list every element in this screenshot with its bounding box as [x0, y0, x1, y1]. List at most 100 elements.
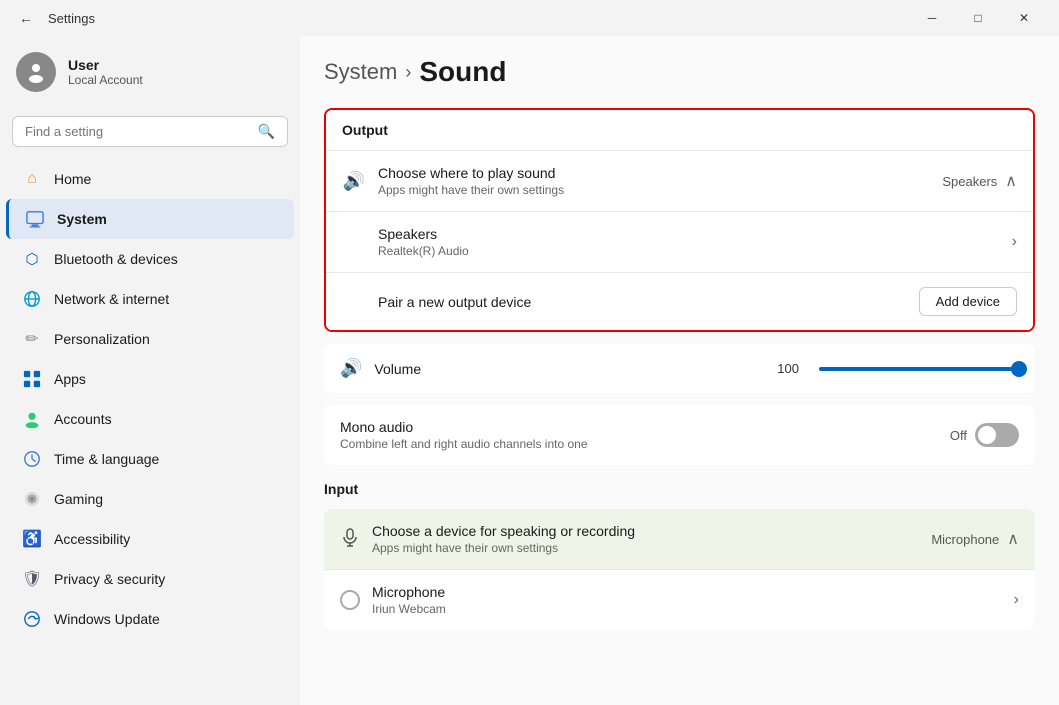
- mono-toggle-knob: [978, 426, 996, 444]
- accessibility-icon: ♿: [22, 529, 42, 549]
- breadcrumb-current: Sound: [419, 56, 506, 88]
- pair-output-text: Pair a new output device: [378, 294, 907, 310]
- choose-input-subtitle: Apps might have their own settings: [372, 541, 919, 555]
- titlebar-controls: ─ □ ✕: [909, 2, 1047, 34]
- sidebar-label-accounts: Accounts: [54, 411, 112, 427]
- chevron-up-input-icon: ∧: [1007, 529, 1019, 549]
- chevron-right-icon: ›: [1012, 233, 1017, 251]
- mono-text: Mono audio Combine left and right audio …: [340, 419, 938, 451]
- sidebar-item-home[interactable]: ⌂ Home: [6, 159, 294, 199]
- chevron-up-icon: ∧: [1005, 171, 1017, 191]
- sidebar-item-bluetooth[interactable]: ⬡ Bluetooth & devices: [6, 239, 294, 279]
- sidebar-item-privacy[interactable]: 🛡 Privacy & security: [6, 559, 294, 599]
- mono-title: Mono audio: [340, 419, 938, 435]
- titlebar-title: Settings: [48, 11, 95, 26]
- choose-output-right: Speakers ∧: [942, 171, 1017, 191]
- time-icon: [22, 449, 42, 469]
- breadcrumb-system: System: [324, 59, 397, 85]
- personalization-icon: ✏: [22, 329, 42, 349]
- sidebar-item-update[interactable]: Windows Update: [6, 599, 294, 639]
- sidebar-label-accessibility: Accessibility: [54, 531, 130, 547]
- sidebar-label-home: Home: [54, 171, 91, 187]
- microphone-text: Microphone Iriun Webcam: [372, 584, 1002, 616]
- search-input[interactable]: [25, 124, 250, 139]
- titlebar-left: ← Settings: [12, 4, 95, 32]
- sidebar-item-network[interactable]: Network & internet: [6, 279, 294, 319]
- current-input-device: Microphone: [931, 532, 999, 547]
- sidebar-label-network: Network & internet: [54, 291, 169, 307]
- sidebar-item-accounts[interactable]: Accounts: [6, 399, 294, 439]
- sidebar-label-update: Windows Update: [54, 611, 160, 627]
- input-section: Choose a device for speaking or recordin…: [324, 509, 1035, 630]
- output-section: Output 🔊 Choose where to play sound Apps…: [324, 108, 1035, 332]
- sidebar-label-gaming: Gaming: [54, 491, 103, 507]
- user-info: User Local Account: [68, 57, 143, 87]
- choose-input-title: Choose a device for speaking or recordin…: [372, 523, 919, 539]
- volume-value: 100: [777, 361, 799, 376]
- sidebar-nav: ⌂ Home System ⬡ Bluetooth & devices: [0, 159, 300, 639]
- current-output-device: Speakers: [942, 174, 997, 189]
- apps-icon: [22, 369, 42, 389]
- pair-output-label: Pair a new output device: [378, 294, 907, 310]
- user-profile[interactable]: User Local Account: [0, 36, 300, 108]
- choose-input-device-row[interactable]: Choose a device for speaking or recordin…: [324, 509, 1035, 569]
- add-output-device-button[interactable]: Add device: [919, 287, 1017, 316]
- choose-input-right: Microphone ∧: [931, 529, 1019, 549]
- volume-slider-container[interactable]: [819, 361, 1019, 377]
- sidebar-item-gaming[interactable]: Gaming: [6, 479, 294, 519]
- speakers-title: Speakers: [378, 226, 1000, 242]
- user-name: User: [68, 57, 143, 73]
- choose-output-device-row[interactable]: 🔊 Choose where to play sound Apps might …: [326, 150, 1033, 211]
- speakers-row[interactable]: Speakers Realtek(R) Audio ›: [326, 211, 1033, 272]
- speaker-icon: 🔊: [342, 171, 366, 192]
- sidebar-item-apps[interactable]: Apps: [6, 359, 294, 399]
- sidebar-item-time[interactable]: Time & language: [6, 439, 294, 479]
- input-section-label: Input: [324, 477, 1035, 501]
- system-icon: [25, 209, 45, 229]
- sidebar-label-system: System: [57, 211, 107, 227]
- choose-input-text: Choose a device for speaking or recordin…: [372, 523, 919, 555]
- bluetooth-icon: ⬡: [22, 249, 42, 269]
- output-section-header: Output: [326, 110, 1033, 150]
- microphone-row[interactable]: Microphone Iriun Webcam ›: [324, 569, 1035, 630]
- volume-section: 🔊 Volume 100: [324, 344, 1035, 393]
- gaming-icon: [22, 489, 42, 509]
- mono-toggle[interactable]: [975, 423, 1019, 447]
- sidebar-label-bluetooth: Bluetooth & devices: [54, 251, 178, 267]
- close-button[interactable]: ✕: [1001, 2, 1047, 34]
- volume-slider-thumb[interactable]: [1011, 361, 1027, 377]
- mono-audio-section: Mono audio Combine left and right audio …: [324, 405, 1035, 465]
- minimize-button[interactable]: ─: [909, 2, 955, 34]
- choose-output-text: Choose where to play sound Apps might ha…: [378, 165, 930, 197]
- maximize-button[interactable]: □: [955, 2, 1001, 34]
- volume-label: Volume: [374, 361, 421, 377]
- sidebar-label-apps: Apps: [54, 371, 86, 387]
- network-icon: [22, 289, 42, 309]
- mono-subtitle: Combine left and right audio channels in…: [340, 437, 938, 451]
- mono-toggle-container: Off: [950, 423, 1019, 447]
- search-box[interactable]: 🔍: [12, 116, 288, 147]
- sidebar-item-system[interactable]: System: [6, 199, 294, 239]
- breadcrumb-arrow: ›: [405, 62, 411, 83]
- microphone-subtitle: Iriun Webcam: [372, 602, 1002, 616]
- user-account: Local Account: [68, 73, 143, 87]
- microphone-icon: [340, 527, 360, 552]
- app-layout: User Local Account 🔍 ⌂ Home: [0, 36, 1059, 705]
- avatar: [16, 52, 56, 92]
- sidebar: User Local Account 🔍 ⌂ Home: [0, 36, 300, 705]
- pair-output-row: Pair a new output device Add device: [326, 272, 1033, 330]
- choose-output-title: Choose where to play sound: [378, 165, 930, 181]
- sidebar-item-personalization[interactable]: ✏ Personalization: [6, 319, 294, 359]
- sidebar-item-accessibility[interactable]: ♿ Accessibility: [6, 519, 294, 559]
- volume-icon: 🔊: [340, 358, 362, 379]
- sidebar-label-privacy: Privacy & security: [54, 571, 165, 587]
- accounts-icon: [22, 409, 42, 429]
- update-icon: [22, 609, 42, 629]
- mono-toggle-label: Off: [950, 428, 967, 443]
- choose-output-subtitle: Apps might have their own settings: [378, 183, 930, 197]
- breadcrumb: System › Sound: [324, 56, 1035, 88]
- back-button[interactable]: ←: [12, 4, 40, 32]
- microphone-title: Microphone: [372, 584, 1002, 600]
- search-icon: 🔍: [258, 123, 275, 140]
- privacy-icon: 🛡: [22, 569, 42, 589]
